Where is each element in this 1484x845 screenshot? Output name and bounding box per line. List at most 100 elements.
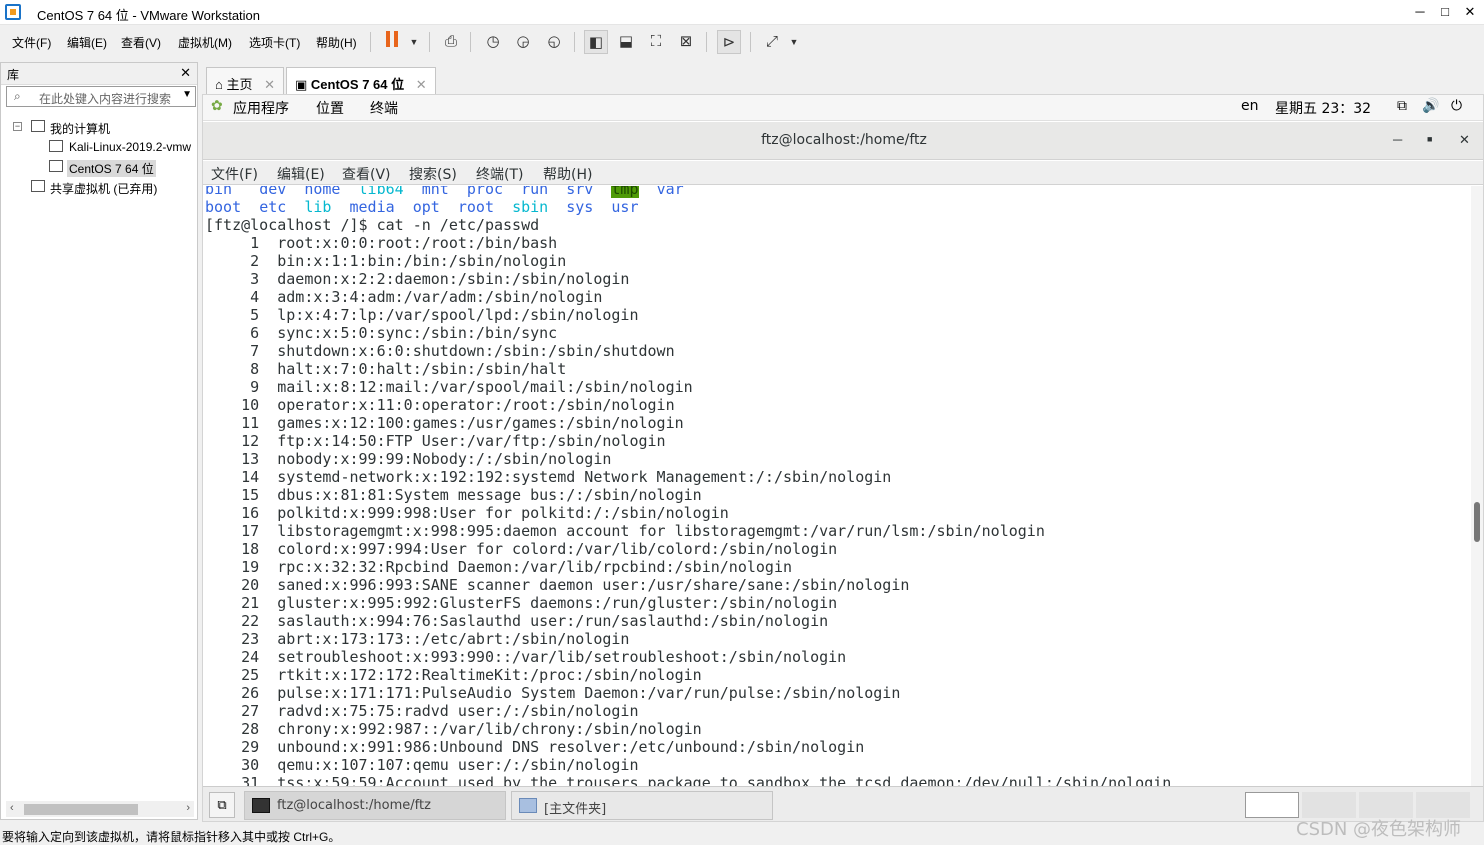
terminal-scrollbar[interactable] [1471,186,1483,786]
maximize-button[interactable]: □ [1435,3,1455,21]
line-number: 12 [205,432,278,450]
scroll-right-icon[interactable]: › [186,802,190,814]
terminal-menu-edit[interactable]: 编辑(E) [277,164,325,184]
tree-label: CentOS 7 64 位 [67,160,156,177]
line-number: 21 [205,594,278,612]
tab-centos[interactable]: ▣ CentOS 7 64 位 ✕ [286,67,436,95]
terminal-scroll-thumb[interactable] [1474,502,1480,542]
show-desktop-icon[interactable]: ⧉ [209,792,235,818]
terminal-menu-search[interactable]: 搜索(S) [409,164,457,184]
input-language[interactable]: en [1241,98,1259,114]
folder-icon [519,798,537,813]
gnome-places-menu[interactable]: 位置 [316,98,344,118]
tree-centos-vm[interactable]: CentOS 7 64 位 [49,158,197,178]
shell-prompt: [ftz@localhost /]$ cat -n /etc/passwd [205,216,540,234]
console-view-icon[interactable]: ⊳ [717,30,741,54]
library-search-input[interactable]: ⌕ 在此处键入内容进行搜索 ▼ [6,86,196,107]
line-number: 20 [205,576,278,594]
status-bar: 要将输入定向到该虚拟机，请将鼠标指针移入其中或按 Ctrl+G。 CSDN @夜… [0,819,1484,845]
menu-file[interactable]: 文件(F) [12,34,51,51]
library-close-icon[interactable]: ✕ [180,65,191,81]
passwd-line: 10 operator:x:11:0:operator:/root:/sbin/… [205,396,675,414]
scroll-left-icon[interactable]: ‹ [10,802,14,814]
passwd-line: 7 shutdown:x:6:0:shutdown:/sbin:/sbin/sh… [205,342,674,360]
power-icon[interactable]: ⏻ [1451,98,1462,114]
vmware-logo-icon [5,4,21,20]
line-number: 27 [205,702,278,720]
line-number: 25 [205,666,278,684]
line-number: 8 [205,360,278,378]
taskbar-home-folder[interactable]: [主文件夹] [511,791,773,820]
close-button[interactable]: ✕ [1460,3,1480,21]
line-text: qemu:x:107:107:qemu user:/:/sbin/nologin [277,756,639,774]
fullscreen-icon[interactable]: ⛶ [644,30,668,54]
passwd-line: 5 lp:x:4:7:lp:/var/spool/lpd:/sbin/nolog… [205,306,638,324]
search-placeholder: 在此处键入内容进行搜索 [39,92,172,106]
volume-icon[interactable]: 🔊 [1422,98,1439,114]
tree-kali-vm[interactable]: Kali-Linux-2019.2-vmw [49,138,197,158]
line-text: libstoragemgmt:x:998:995:daemon account … [277,522,1045,540]
menu-edit[interactable]: 编辑(E) [67,34,107,51]
passwd-line: 20 saned:x:996:993:SANE scanner daemon u… [205,576,909,594]
pause-icon[interactable] [380,30,404,54]
taskbar-terminal[interactable]: ftz@localhost:/home/ftz [244,791,506,820]
toolbar-separator [370,32,371,52]
tab-home[interactable]: ⌂ 主页 ✕ [206,67,285,95]
line-text: halt:x:7:0:halt:/sbin:/sbin/halt [277,360,567,378]
collapse-icon[interactable]: − [13,122,22,131]
status-text: 要将输入定向到该虚拟机，请将鼠标指针移入其中或按 Ctrl+G。 [2,830,341,844]
tree-shared-vms[interactable]: 共享虚拟机 (已弃用) [31,178,197,198]
terminal-minimize-icon[interactable]: ─ [1393,132,1402,147]
vm-display[interactable]: ✿ 应用程序 位置 终端 en 星期五 23：32 ⧉ 🔊 ⏻ ftz@loca… [202,94,1484,822]
terminal-menu-terminal[interactable]: 终端(T) [476,164,523,184]
terminal-titlebar: ftz@localhost:/home/ftz ─ ■ ✕ [203,122,1483,160]
terminal-output[interactable]: bin dev home lib64 mnt proc run srv tmp … [203,186,1471,786]
line-text: dbus:x:81:81:System message bus:/:/sbin/… [277,486,702,504]
unity-icon[interactable]: ⊠ [674,30,698,54]
terminal-menu-file[interactable]: 文件(F) [211,164,258,184]
library-view-icon[interactable]: ◧ [584,30,608,54]
passwd-line: 19 rpc:x:32:32:Rpcbind Daemon:/var/lib/r… [205,558,792,576]
menu-tabs[interactable]: 选项卡(T) [249,34,300,51]
menu-view[interactable]: 查看(V) [121,34,161,51]
toolbar-separator [429,32,430,52]
gnome-terminal-menu[interactable]: 终端 [370,98,398,118]
gnome-applications-menu[interactable]: 应用程序 [233,98,289,118]
gnome-top-bar: ✿ 应用程序 位置 终端 en 星期五 23：32 ⧉ 🔊 ⏻ [203,95,1483,121]
snapshot-icon[interactable]: ◷ [481,30,505,54]
gnome-clock[interactable]: 星期五 23：32 [1275,98,1371,118]
network-icon[interactable]: ⧉ [1397,98,1407,114]
tab-strip: ⌂ 主页 ✕ ▣ CentOS 7 64 位 ✕ [202,63,1484,95]
scroll-thumb[interactable] [24,804,138,815]
terminal-menu-view[interactable]: 查看(V) [342,164,391,184]
send-ctrl-alt-del-icon[interactable]: ⎙ [439,30,463,54]
terminal-menu-help[interactable]: 帮助(H) [543,164,592,184]
revert-snapshot-icon[interactable]: ◶ [511,30,535,54]
library-hscrollbar[interactable]: ‹ › [6,801,194,817]
passwd-line: 30 qemu:x:107:107:qemu user:/:/sbin/nolo… [205,756,638,774]
search-dropdown-icon[interactable]: ▼ [182,89,192,100]
passwd-line: 24 setroubleshoot:x:993:990::/var/lib/se… [205,648,846,666]
menu-help[interactable]: 帮助(H) [316,34,357,51]
tab-close-icon[interactable]: ✕ [264,77,275,92]
workspace-1[interactable] [1245,792,1299,818]
pause-dropdown-icon[interactable]: ▼ [402,30,426,54]
minimize-button[interactable]: ─ [1410,3,1430,21]
thumbnail-view-icon[interactable]: ⬓ [614,30,638,54]
terminal-close-icon[interactable]: ✕ [1459,132,1470,148]
terminal-app-icon [252,798,270,813]
stretch-icon[interactable]: ⤢ [760,30,784,54]
line-text: mail:x:8:12:mail:/var/spool/mail:/sbin/n… [277,378,693,396]
watermark: CSDN @夜色架构师 [1296,819,1462,840]
menu-vm[interactable]: 虚拟机(M) [178,34,232,51]
tree-my-computer[interactable]: − 我的计算机 [13,118,197,138]
line-number: 6 [205,324,278,342]
terminal-maximize-icon[interactable]: ■ [1427,134,1432,144]
snapshot-manager-icon[interactable]: ◵ [542,30,566,54]
line-number: 7 [205,342,278,360]
line-text: systemd-network:x:192:192:systemd Networ… [277,468,892,486]
stretch-dropdown-icon[interactable]: ▼ [782,30,806,54]
tab-close-icon[interactable]: ✕ [416,77,427,92]
toolbar-separator [706,32,707,52]
line-text: unbound:x:991:986:Unbound DNS resolver:/… [277,738,865,756]
